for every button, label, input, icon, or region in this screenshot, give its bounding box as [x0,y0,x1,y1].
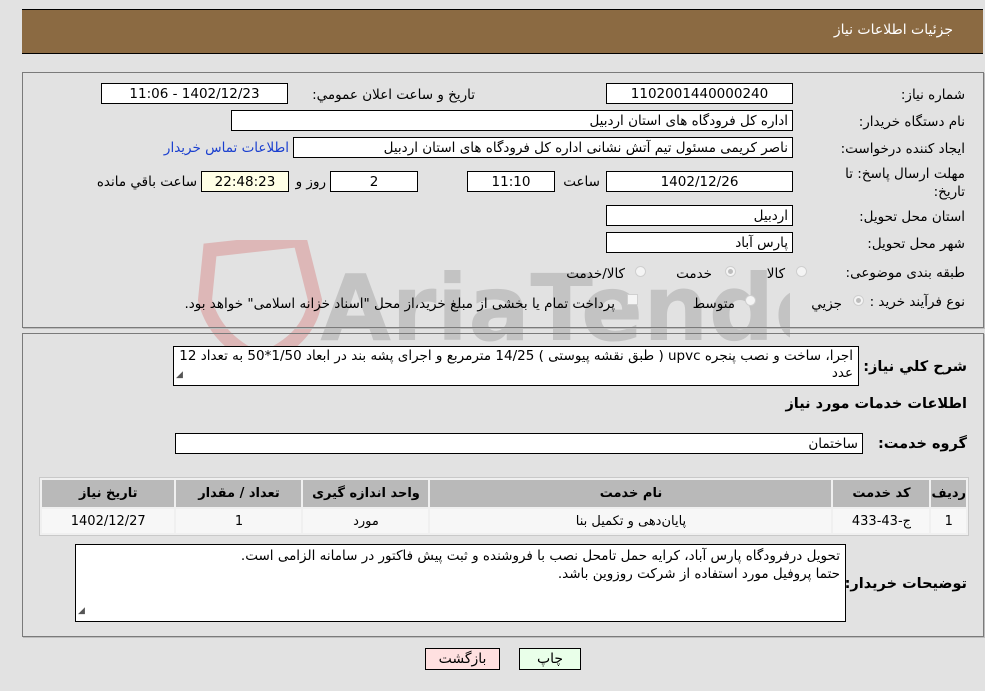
cell-service-name: پایان‌دهی و تکمیل بنا [430,509,832,533]
service-group-label: گروه خدمت: [877,436,967,452]
buyer-contact-link[interactable]: اطلاعات تماس خريدار [164,140,289,156]
table-header-row: رديف کد خدمت نام خدمت واحد اندازه گيری ت… [42,480,966,507]
announce-date-label: تاريخ و ساعت اعلان عمومي: [312,87,475,103]
treasury-note: پرداخت تمام یا بخشی از مبلغ خرید،از محل … [184,296,615,312]
cell-row-number: 1 [931,509,966,533]
process-radio-minor[interactable] [853,295,864,306]
description-text: اجرا، ساخت و نصب پنجره upvc ( طبق نقشه پ… [179,348,853,381]
description-label: شرح کلي نياز: [863,359,967,375]
announce-date-field: 1402/12/23 - 11:06 [101,83,288,104]
service-group-field: ساختمان [175,433,863,454]
resize-handle-icon[interactable]: ◢ [78,602,85,620]
print-button[interactable]: چاپ [519,648,581,670]
buyer-notes-line-1: تحویل درفرودگاه پارس آباد، کرایه حمل تام… [240,548,840,564]
province-label: استان محل تحویل: [859,209,965,225]
deadline-time-field: 11:10 [467,171,555,192]
cell-quantity: 1 [176,509,302,533]
city-label: شهر محل تحویل: [867,236,965,252]
treasury-checkbox[interactable] [627,294,638,305]
need-number-label: شماره نیاز: [900,87,965,103]
buyer-org-field: اداره کل فرودگاه های استان اردبیل [231,110,793,131]
creator-field: ناصر کریمی مسئول تیم آتش نشانی اداره کل … [293,137,793,158]
category-option-service: خدمت [676,266,712,282]
buyer-org-label: نام دستگاه خريدار: [858,114,965,130]
remaining-days-field: 2 [330,171,418,192]
page-title: جزئیات اطلاعات نیاز [833,22,953,38]
remaining-time-field: 22:48:23 [201,171,289,192]
back-button[interactable]: بازگشت [425,648,500,670]
col-row-number: رديف [931,480,966,507]
col-quantity: تعداد / مقدار [176,480,302,507]
process-option-medium: متوسط [692,296,735,312]
col-need-date: تاريخ نياز [42,480,175,507]
deadline-label: مهلت ارسال پاسخ: تا تاریخ: [845,166,965,200]
services-table: رديف کد خدمت نام خدمت واحد اندازه گيری ت… [39,477,969,536]
buyer-notes-label: توضيحات خريدار: [844,576,967,592]
resize-handle-icon[interactable]: ◢ [176,367,183,384]
cell-service-code: ج-43-433 [833,509,930,533]
remaining-label: ساعت باقي مانده [96,174,197,190]
buyer-notes-textarea[interactable]: تحویل درفرودگاه پارس آباد، کرایه حمل تام… [75,544,846,622]
need-number-field: 1102001440000240 [606,83,793,104]
city-field: پارس آباد [606,232,793,253]
category-label: طبقه بندی موضوعی: [845,265,965,281]
category-option-goods-service: کالا/خدمت [566,266,625,282]
description-textarea[interactable]: اجرا، ساخت و نصب پنجره upvc ( طبق نقشه پ… [173,346,859,386]
process-type-label: نوع فرآيند خريد : [869,294,965,310]
col-unit: واحد اندازه گيری [303,480,429,507]
category-radio-goods-service[interactable] [635,266,646,277]
page-header: جزئیات اطلاعات نیاز [22,9,983,54]
days-label: روز و [295,174,326,190]
col-service-code: کد خدمت [833,480,930,507]
cell-need-date: 1402/12/27 [42,509,175,533]
creator-label: ايجاد کننده درخواست: [840,141,965,157]
process-radio-medium[interactable] [745,295,756,306]
buyer-notes-line-2: حتما پروفیل مورد استفاده از شرکت روزوین … [557,566,840,582]
category-option-goods: کالا [766,266,785,282]
deadline-time-label: ساعت [563,174,600,190]
category-radio-goods[interactable] [796,266,807,277]
col-service-name: نام خدمت [430,480,832,507]
province-field: اردبیل [606,205,793,226]
category-radio-service[interactable] [725,266,736,277]
deadline-date-field: 1402/12/26 [606,171,793,192]
table-row: 1 ج-43-433 پایان‌دهی و تکمیل بنا مورد 1 … [42,509,966,533]
process-option-minor: جزيي [811,296,842,312]
services-section-title: اطلاعات خدمات مورد نياز [785,396,967,412]
cell-unit: مورد [303,509,429,533]
